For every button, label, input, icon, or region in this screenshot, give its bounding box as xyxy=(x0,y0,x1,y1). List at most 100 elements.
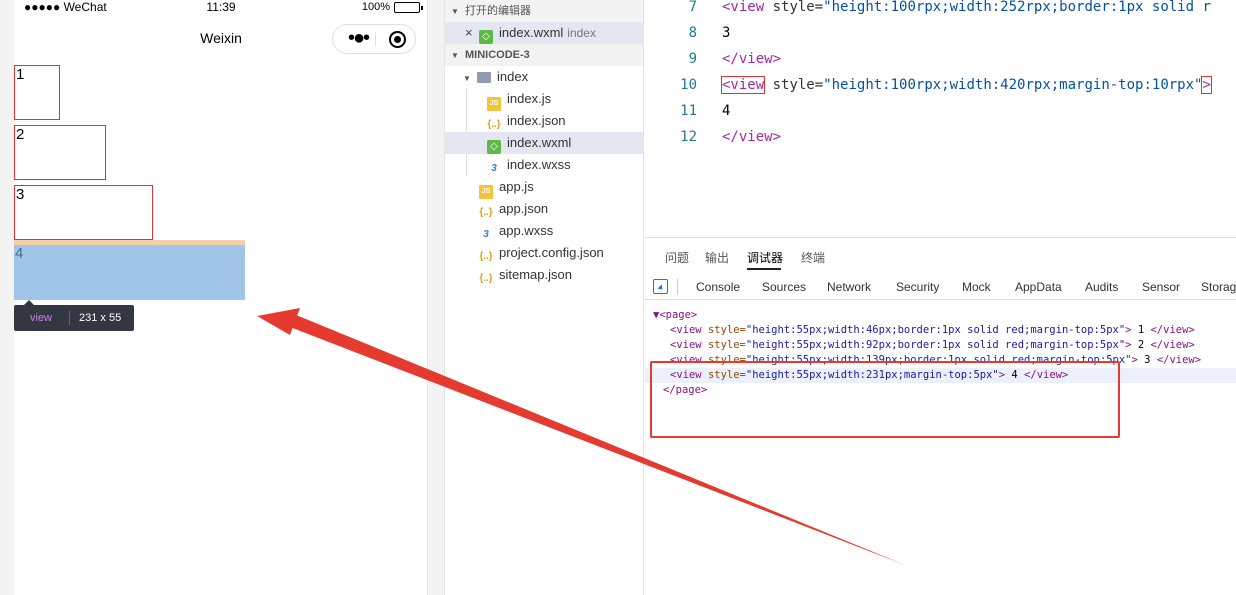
file-name: app.json xyxy=(499,201,549,216)
file-sitemap-json[interactable]: {..} sitemap.json xyxy=(445,264,643,286)
file-app-js[interactable]: JS app.js xyxy=(445,176,643,199)
tab-console[interactable]: Console xyxy=(696,280,740,294)
wxml-file-icon: ◇ xyxy=(479,30,493,44)
folder-icon xyxy=(477,72,491,83)
page-view-3: 3 xyxy=(14,185,153,240)
tooltip-tag: view xyxy=(30,312,53,324)
css-file-icon: 3 xyxy=(491,163,497,174)
file-app-json[interactable]: {..} app.json xyxy=(445,198,643,220)
file-index-wxml[interactable]: ◇ index.wxml xyxy=(445,132,643,154)
dom-view-row[interactable]: <view style="height:55px;width:92px;bord… xyxy=(645,338,1236,353)
open-editors-header[interactable]: ▼ 打开的编辑器 xyxy=(445,0,643,22)
file-index-js[interactable]: JS index.js xyxy=(445,88,643,111)
code-editor[interactable]: 7 <view style="height:100rpx;width:252rpx… xyxy=(645,0,1236,237)
close-miniprogram-icon[interactable] xyxy=(389,31,406,48)
line-number: 7 xyxy=(688,0,697,15)
file-name: index.js xyxy=(507,91,552,106)
code-string: "height:100rpx;width:252rpx;border:1px s… xyxy=(823,0,1211,15)
page-view-4-highlighted: 4 xyxy=(14,245,245,300)
code-tag: > xyxy=(1201,76,1212,94)
expand-caret-icon: ▼ xyxy=(463,74,471,83)
page-view-1: 1 xyxy=(14,65,60,120)
close-icon[interactable]: × xyxy=(465,22,479,44)
file-app-wxss[interactable]: 3 app.wxss xyxy=(445,220,643,242)
status-bar: ●●●●● WeChat 11:39 100% xyxy=(14,0,428,16)
file-project-config-json[interactable]: {..} project.config.json xyxy=(445,242,643,264)
tab-appdata[interactable]: AppData xyxy=(1015,280,1062,294)
collapse-caret-icon: ▼ xyxy=(451,7,459,16)
file-name: app.js xyxy=(499,179,534,194)
dom-page-open[interactable]: ▼<page> xyxy=(645,308,1236,323)
nav-bar: Weixin •●• xyxy=(14,20,428,58)
file-explorer: ▼ 打开的编辑器 × ◇ index.wxml index ▼ MINICODE-3 ▼ i… xyxy=(444,0,644,595)
json-file-icon: {..} xyxy=(487,119,501,130)
tab-0[interactable]: 问题 xyxy=(665,249,689,266)
project-header[interactable]: ▼ MINICODE-3 xyxy=(445,44,643,66)
file-name: project.config.json xyxy=(499,245,604,260)
file-name: index.wxml xyxy=(507,135,572,150)
code-attr: style= xyxy=(764,0,824,15)
code-string: "height:100rpx;width:420rpx;margin-top:1… xyxy=(823,77,1203,93)
collapse-caret-icon: ▼ xyxy=(451,51,459,60)
file-name: sitemap.json xyxy=(499,267,572,282)
tab-1[interactable]: 输出 xyxy=(705,249,729,266)
code-tag: </view> xyxy=(722,129,782,145)
tab-storag[interactable]: Storag xyxy=(1201,280,1236,294)
json-file-icon: {..} xyxy=(479,251,493,262)
menu-capsule: •●• xyxy=(332,24,416,54)
open-editor-item[interactable]: × ◇ index.wxml index xyxy=(445,22,643,44)
dom-view-row[interactable]: <view style="height:55px;width:46px;bord… xyxy=(645,323,1236,338)
file-name: index.json xyxy=(507,113,566,128)
code-text: 3 xyxy=(722,25,731,41)
code-tag: <view xyxy=(722,0,765,15)
folder-index[interactable]: ▼ index xyxy=(445,66,643,88)
tab-audits[interactable]: Audits xyxy=(1085,280,1118,294)
tooltip-dimensions: 231 x 55 xyxy=(79,312,122,324)
simulator-panel: ●●●●● WeChat 11:39 100% Weixin •●• 1 2 3… xyxy=(0,0,444,595)
code-line: 11 4 xyxy=(645,98,730,124)
code-line: 83 xyxy=(645,20,731,46)
code-tag: <view xyxy=(720,76,766,94)
code-attr: style= xyxy=(764,77,824,93)
tab-2[interactable]: 调试器 xyxy=(747,249,783,266)
line-number: 9 xyxy=(688,51,697,67)
code-tag: </view> xyxy=(722,51,782,67)
page-view-2: 2 xyxy=(14,125,106,180)
inspect-tooltip: view 231 x 55 xyxy=(14,300,134,331)
active-tab-underline xyxy=(747,268,781,270)
css-file-icon: 3 xyxy=(483,229,489,240)
tab-mock[interactable]: Mock xyxy=(962,280,991,294)
bottom-panel-tabs: 问题 输出 调试器 终端 xyxy=(645,238,1236,272)
annotation-highlight-box xyxy=(650,361,1120,438)
tab-network[interactable]: Network xyxy=(827,280,871,294)
file-name: app.wxss xyxy=(499,223,554,238)
code-line: 10 <view style="height:100rpx;width:420rp… xyxy=(645,72,1212,98)
tab-sources[interactable]: Sources xyxy=(762,280,806,294)
tab-security[interactable]: Security xyxy=(896,280,939,294)
battery-percent: 100% xyxy=(361,1,390,13)
devtools-tabs: Console Sources Network Security Mock AppData… xyxy=(645,274,1236,300)
wxml-file-icon: ◇ xyxy=(487,140,501,154)
capsule-divider xyxy=(375,32,376,46)
js-file-icon: JS xyxy=(479,185,493,199)
phone-screen: ●●●●● WeChat 11:39 100% Weixin •●• 1 2 3… xyxy=(14,0,428,595)
more-icon[interactable]: •●• xyxy=(343,25,373,53)
json-file-icon: {..} xyxy=(479,273,493,284)
file-index-json[interactable]: {..} index.json xyxy=(445,110,643,132)
line-number: 10 xyxy=(680,77,697,93)
line-number: 8 xyxy=(688,25,697,41)
line-number: 11 xyxy=(680,103,697,119)
js-file-icon: JS xyxy=(487,97,501,111)
battery-icon xyxy=(394,2,423,13)
line-number: 12 xyxy=(680,129,697,145)
inspect-element-icon[interactable] xyxy=(653,279,668,294)
tooltip-divider xyxy=(69,311,70,325)
toolbar-divider xyxy=(677,279,678,295)
file-index-wxss[interactable]: 3 index.wxss xyxy=(445,154,643,176)
file-name: index.wxss xyxy=(507,157,571,172)
code-line: 7 <view style="height:100rpx;width:252rpx… xyxy=(645,0,1211,20)
json-file-icon: {..} xyxy=(479,207,493,218)
tab-3[interactable]: 终端 xyxy=(801,249,825,266)
code-line: 9 </view> xyxy=(645,46,781,72)
tab-sensor[interactable]: Sensor xyxy=(1142,280,1180,294)
